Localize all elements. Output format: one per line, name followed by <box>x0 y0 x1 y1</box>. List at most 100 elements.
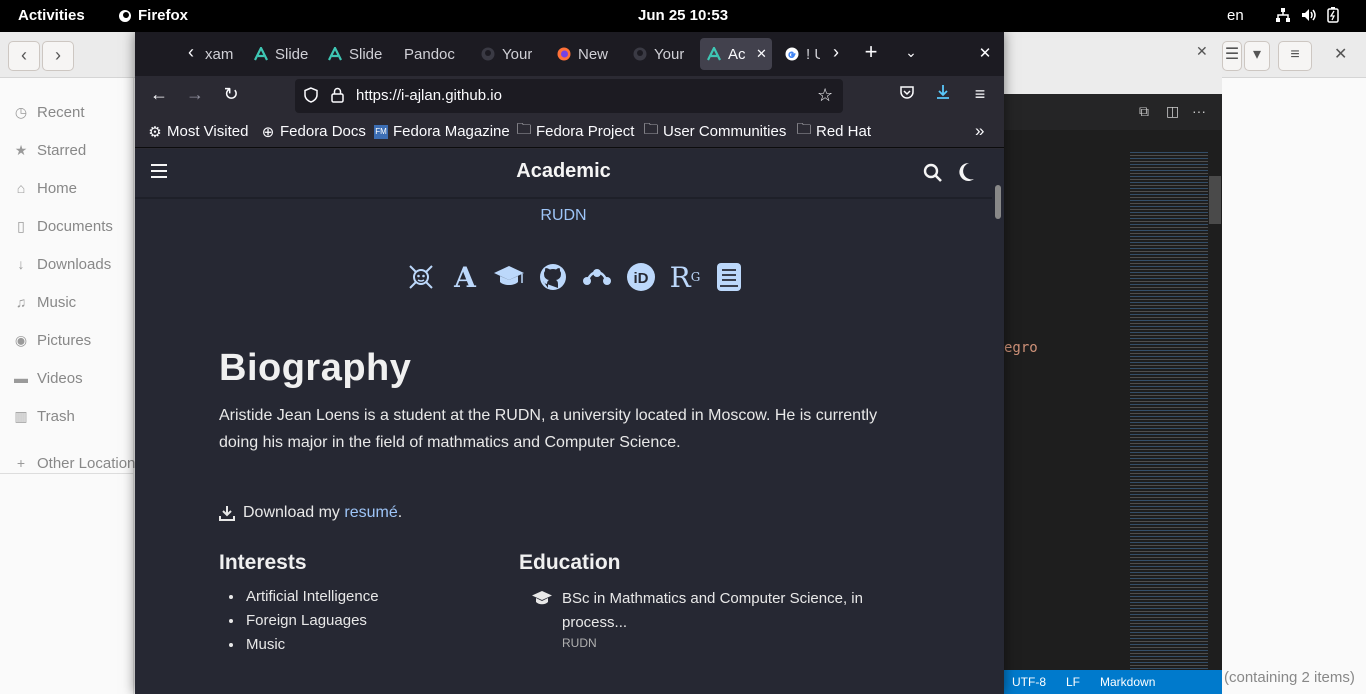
files-back-button[interactable]: ‹ <box>8 41 40 71</box>
language-status[interactable]: Markdown <box>1100 675 1155 689</box>
more-actions-icon[interactable]: ··· <box>1192 103 1206 119</box>
sidebar-item-starred[interactable]: ★ Starred <box>14 138 86 162</box>
bookmarks-overflow-icon[interactable]: » <box>975 121 984 141</box>
page-scrollbar[interactable] <box>992 149 1004 694</box>
bookmark-fedora-project[interactable]: 🗀 Fedora Project <box>516 121 635 140</box>
system-tray[interactable] <box>1275 7 1339 23</box>
tab-label: New <box>578 45 609 63</box>
files-menu-button[interactable]: ≡ <box>1278 41 1312 71</box>
vscode-close-icon[interactable]: ✕ <box>1196 43 1208 60</box>
vscode-window: ✕ ⧉ ◫ ··· egro UTF-8 LF Markdown <box>1004 38 1222 694</box>
sidebar-item-recent[interactable]: ◷ Recent <box>14 100 85 124</box>
app-menu-icon[interactable]: ≡ <box>968 84 992 105</box>
interests-list: Artificial Intelligence Foreign Laguages… <box>244 588 379 660</box>
lock-icon[interactable] <box>331 87 344 103</box>
tab-google[interactable]: ! U <box>778 38 820 70</box>
resume-link[interactable]: resumé <box>344 504 397 521</box>
organization-link[interactable]: RUDN <box>135 207 992 225</box>
mendeley-icon[interactable] <box>581 261 613 293</box>
tab-new[interactable]: New <box>550 38 612 70</box>
reload-icon[interactable]: ↻ <box>219 84 243 105</box>
moon-icon[interactable] <box>957 162 975 182</box>
url-bar[interactable]: https://i-ajlan.github.io ☆ <box>295 79 843 113</box>
sidebar-item-downloads[interactable]: ↓ Downloads <box>14 252 112 276</box>
education-degree: BSc in Mathmatics and Computer Science, … <box>562 590 863 631</box>
tab-github-2[interactable]: Your <box>626 38 688 70</box>
sidebar-item-trash[interactable]: ▥ Trash <box>14 404 75 428</box>
bookmark-star-icon[interactable]: ☆ <box>817 85 833 106</box>
academia-icon[interactable]: A <box>449 261 481 294</box>
files-close-icon[interactable]: ✕ <box>1334 44 1347 64</box>
tab-slides-2[interactable]: Slides <box>321 38 383 70</box>
tabs-scroll-right-icon[interactable]: › <box>824 42 848 63</box>
sidebar-item-pictures[interactable]: ◉ Pictures <box>14 328 91 352</box>
sidebar-item-music[interactable]: ♫ Music <box>14 290 76 314</box>
app-menu[interactable]: Firefox <box>118 7 188 24</box>
pocket-icon[interactable] <box>895 84 919 105</box>
folder-icon: 🗀 <box>516 121 532 138</box>
scrollbar-thumb[interactable] <box>995 185 1001 219</box>
open-preview-icon[interactable]: ⧉ <box>1139 103 1149 120</box>
search-icon[interactable] <box>923 163 943 183</box>
activities-button[interactable]: Activities <box>18 7 85 24</box>
tab-academic-active[interactable]: Ac ✕ <box>700 38 772 70</box>
github-icon[interactable] <box>537 261 569 293</box>
tab-xam[interactable]: xam <box>199 38 233 70</box>
vscode-minimap[interactable] <box>1130 150 1208 670</box>
sidebar-item-videos[interactable]: ▬ Videos <box>14 366 83 390</box>
eol-status[interactable]: LF <box>1066 675 1080 689</box>
tab-label: Your <box>502 45 533 63</box>
sidebar-item-home[interactable]: ⌂ Home <box>14 176 77 200</box>
list-item: Music <box>244 636 379 654</box>
sidebar-item-label: Trash <box>37 407 75 425</box>
star-icon: ★ <box>14 141 28 158</box>
book-icon[interactable] <box>713 261 745 293</box>
graduation-cap-icon[interactable] <box>493 261 525 293</box>
tab-pandoc[interactable]: Pandoc <box>398 38 460 70</box>
site-navbar: Academic <box>135 149 992 199</box>
files-forward-button[interactable]: › <box>42 41 74 71</box>
trash-icon: ▥ <box>14 407 28 424</box>
downloads-icon[interactable] <box>931 84 955 105</box>
files-list-view-button[interactable]: ☰ <box>1222 41 1242 71</box>
input-language[interactable]: en <box>1227 7 1244 24</box>
researchgate-icon[interactable]: RG <box>669 261 701 294</box>
forward-icon[interactable]: → <box>183 84 207 105</box>
sidebar-item-other-locations[interactable]: + Other Locations <box>14 451 143 475</box>
split-editor-icon[interactable]: ◫ <box>1166 103 1179 120</box>
files-status-text: (containing 2 items) <box>1224 669 1355 686</box>
vscode-scrollbar[interactable] <box>1209 176 1221 224</box>
tab-close-icon[interactable]: ✕ <box>756 46 767 62</box>
sidebar-item-label: Documents <box>37 217 113 235</box>
sidebar-item-documents[interactable]: ▯ Documents <box>14 214 113 238</box>
editor-text-fragment: egro <box>1004 340 1038 356</box>
svg-text:iD: iD <box>634 270 649 287</box>
orcid-icon[interactable]: iD <box>625 261 657 293</box>
new-tab-icon[interactable]: + <box>859 39 883 65</box>
download-resume: Download my resumé. <box>219 504 402 522</box>
academic-icon <box>253 46 269 62</box>
tab-label: Slides <box>275 45 309 63</box>
bookmark-user-communities[interactable]: 🗀 User Communities <box>644 121 787 140</box>
clock[interactable]: Jun 25 10:53 <box>638 7 728 24</box>
encoding-status[interactable]: UTF-8 <box>1012 675 1046 689</box>
shield-icon[interactable] <box>304 87 318 103</box>
bookmark-red-hat[interactable]: 🗀 Red Hat <box>797 121 872 140</box>
site-brand[interactable]: Academic <box>135 160 992 183</box>
list-all-tabs-icon[interactable]: ⌄ <box>899 44 923 61</box>
download-prefix: Download my <box>243 504 340 521</box>
bookmark-fedora-magazine[interactable]: FM Fedora Magazine <box>374 123 510 140</box>
firefox-icon <box>556 46 572 62</box>
files-view-options-button[interactable]: ▾ <box>1244 41 1270 71</box>
bookmark-fedora-docs[interactable]: ⊕ Fedora Docs <box>261 123 366 141</box>
robot-icon[interactable] <box>405 261 437 293</box>
bookmark-most-visited[interactable]: ⚙ Most Visited <box>148 123 248 141</box>
tab-slides-1[interactable]: Slides <box>247 38 309 70</box>
tab-github-1[interactable]: Your <box>474 38 536 70</box>
sidebar-item-label: Videos <box>37 369 83 387</box>
window-close-icon[interactable]: ✕ <box>973 44 997 62</box>
bookmark-label: Fedora Project <box>536 123 635 140</box>
back-icon[interactable]: ← <box>147 84 171 105</box>
url-text[interactable]: https://i-ajlan.github.io <box>356 87 502 104</box>
sidebar-item-label: Home <box>37 179 78 197</box>
